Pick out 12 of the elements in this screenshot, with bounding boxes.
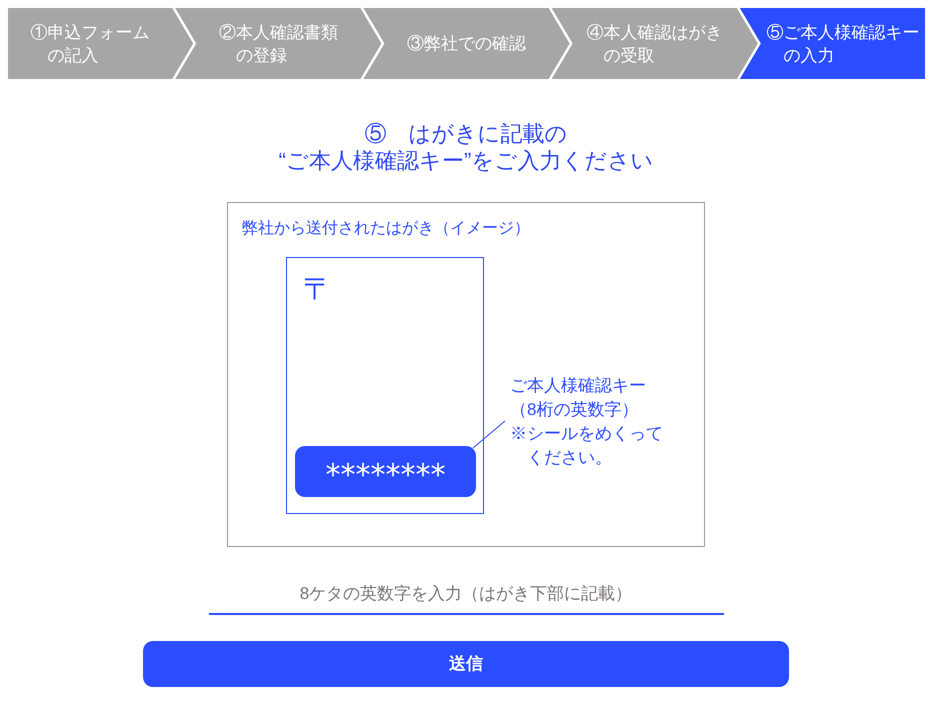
key-note: ご本人様確認キー （8桁の英数字） ※シールをめくって ください。	[510, 375, 663, 469]
key-seal: ********	[295, 446, 476, 497]
step-label: ⑤ご本人様確認キー の入力	[766, 22, 920, 66]
step-label: ④本人確認はがき の受取	[586, 22, 723, 66]
step-label: ①申込フォーム の記入	[30, 22, 150, 66]
illustration-caption: 弊社から送付されたはがき（イメージ）	[242, 218, 530, 239]
step-label: ③弊社での確認	[407, 33, 526, 55]
step-label: ②本人確認書類 の登録	[218, 22, 338, 66]
submit-button[interactable]: 送信	[143, 641, 789, 687]
key-input[interactable]: 8ケタの英数字を入力（はがき下部に記載）	[208, 575, 724, 615]
postal-mark: 〒	[303, 275, 333, 305]
page-heading: ⑤ はがきに記載の “ご本人様確認キー”をご入力ください	[278, 120, 654, 174]
